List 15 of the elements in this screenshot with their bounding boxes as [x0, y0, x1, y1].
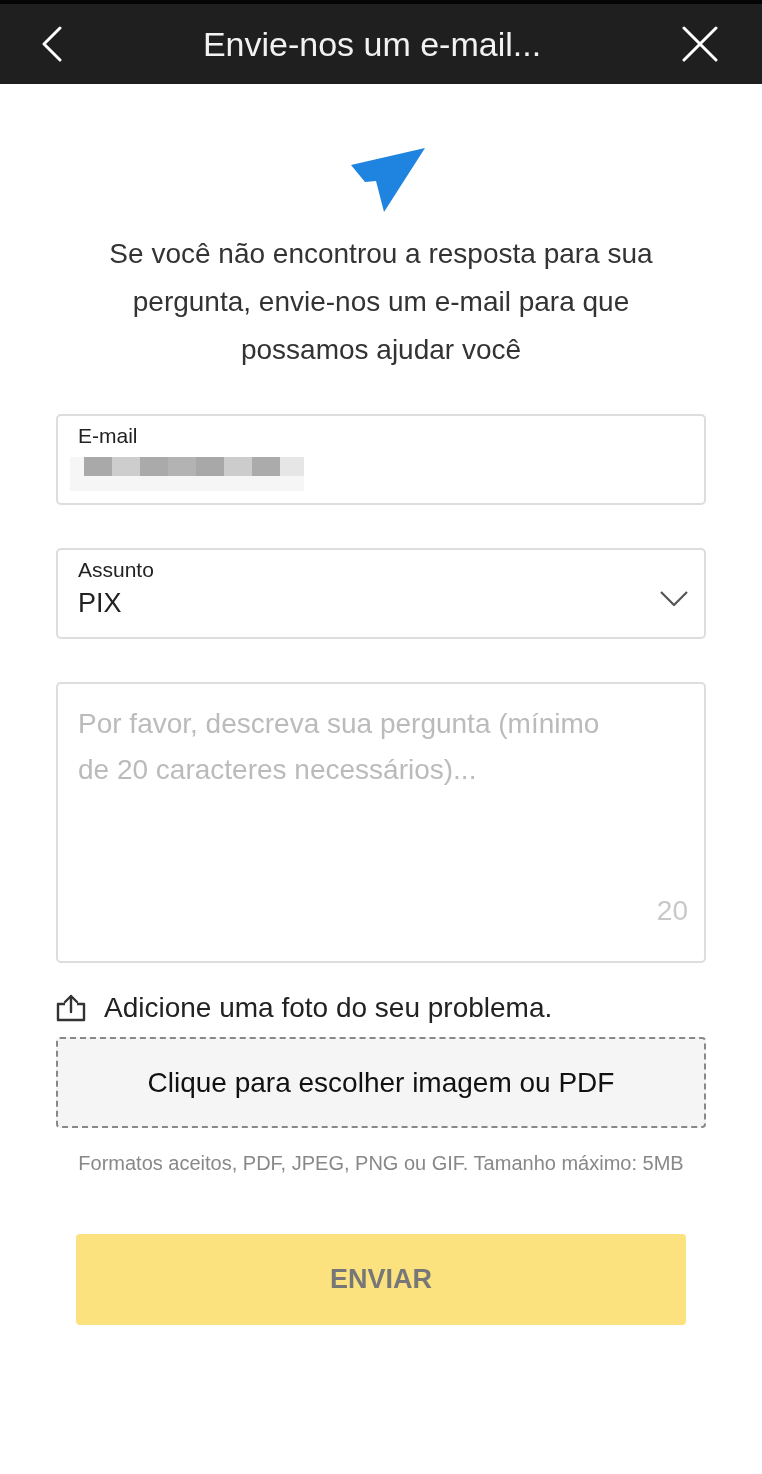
subject-label: Assunto — [78, 558, 154, 582]
formats-hint: Formatos aceitos, PDF, JPEG, PNG ou GIF. Tamanho máximo: 5MB — [77, 1151, 685, 1176]
subject-value: PIX — [78, 587, 122, 620]
file-picker-button[interactable]: Clique para escolher imagem ou PDF — [56, 1037, 706, 1128]
paper-plane-icon — [351, 148, 425, 212]
upload-icon — [56, 994, 86, 1022]
intro-text: Se você não encontrou a resposta para sua pergunta, envie-nos um e-mail para que possamos ajudar você — [108, 237, 654, 367]
subject-dropdown[interactable]: Assunto PIX — [56, 548, 706, 639]
back-chevron-icon — [42, 26, 62, 62]
page-title: Envie-nos um e-mail... — [202, 24, 542, 64]
chevron-down-icon — [660, 590, 688, 607]
attachment-label: Adicione uma foto do seu problema. — [104, 992, 553, 1024]
email-label: E-mail — [78, 424, 138, 448]
close-icon — [682, 26, 718, 62]
email-field[interactable]: E-mail — [56, 414, 706, 505]
